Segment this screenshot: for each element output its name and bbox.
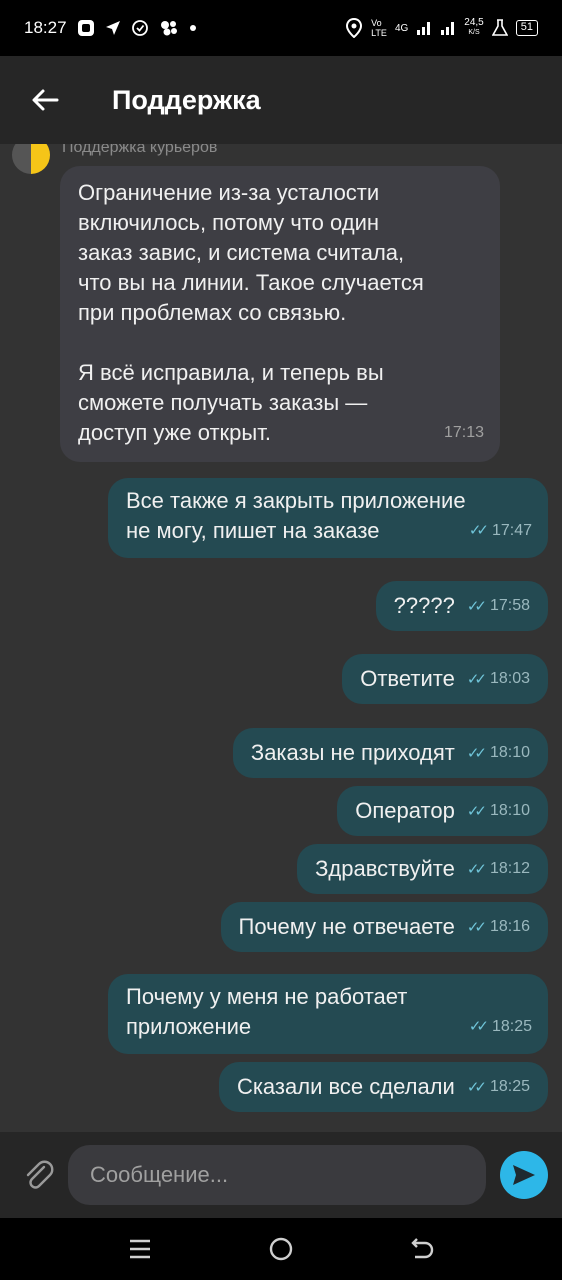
outgoing-message[interactable]: Сказали все сделали ✓✓ 18:25 (218, 1062, 548, 1112)
sender-avatar[interactable] (12, 144, 50, 174)
message-time: 18:25 (491, 1018, 532, 1035)
network-speed-unit: K/S (468, 29, 480, 36)
read-ticks-icon: ✓✓ (466, 745, 487, 762)
outgoing-message[interactable]: Здравствуйте ✓✓ 18:12 (297, 844, 548, 894)
incoming-message-line: доступ уже открыт. (78, 420, 271, 445)
message-input[interactable] (90, 1162, 464, 1188)
status-time: 18:27 (24, 18, 67, 37)
message-text: Сказали все сделали (236, 1074, 455, 1099)
more-notifications-dot-icon (189, 24, 197, 32)
outgoing-message[interactable]: Ответите ✓✓ 18:03 (342, 654, 548, 704)
volte-label: Vo (371, 18, 382, 28)
message-time: 18:12 (489, 860, 530, 877)
incoming-message-line: при проблемах со связью. (78, 300, 347, 325)
paperclip-icon (26, 1160, 54, 1189)
incoming-message-line: заказ завис, и система считала, (78, 240, 405, 265)
message-meta: ✓✓ 18:12 (467, 860, 530, 878)
message-composer (0, 1132, 562, 1218)
read-ticks-icon: ✓✓ (466, 598, 487, 615)
location-arrow-icon (105, 20, 121, 36)
message-text: Заказы не приходят (250, 740, 455, 765)
incoming-message[interactable]: Ограничение из-за усталости включилось, … (60, 166, 500, 462)
message-meta: ✓✓ 18:10 (467, 744, 530, 762)
message-time: 17:58 (489, 597, 530, 614)
network-speed-value: 24,5 (464, 17, 484, 28)
message-meta: ✓✓ 18:03 (467, 670, 530, 688)
incoming-message-line: включилось, потому что один (78, 210, 380, 235)
message-meta: ✓✓ 17:58 (467, 597, 530, 615)
read-ticks-icon: ✓✓ (468, 522, 489, 539)
message-text: Здравствуйте (315, 856, 455, 881)
recents-button[interactable] (110, 1224, 170, 1274)
read-ticks-icon: ✓✓ (466, 803, 487, 820)
location-pin-icon (345, 18, 363, 38)
message-time: 17:13 (443, 424, 484, 441)
send-button[interactable] (500, 1151, 548, 1199)
signal-strength-icon-2 (440, 20, 456, 36)
message-text: Оператор (355, 798, 455, 823)
message-text: Почему не отвечаете (238, 914, 455, 939)
message-time: 18:10 (489, 744, 530, 761)
system-navigation-bar (0, 1218, 562, 1280)
message-time: 17:47 (491, 522, 532, 539)
read-ticks-icon: ✓✓ (466, 861, 487, 878)
message-input-wrapper (68, 1145, 486, 1205)
message-meta: ✓✓ 18:10 (467, 802, 530, 820)
page-title: Поддержка (112, 84, 261, 115)
incoming-message-line: сможете получать заказы — (78, 390, 368, 415)
send-icon (513, 1165, 535, 1185)
message-meta: ✓✓ 18:16 (467, 918, 530, 936)
incoming-message-line: что вы на линии. Такое случается (78, 270, 424, 295)
message-text-line: Все также я закрыть приложение (126, 488, 466, 513)
incoming-message-line: Ограничение из-за усталости (78, 180, 380, 205)
message-meta: ✓✓ 18:25 (467, 1078, 530, 1096)
outgoing-message[interactable]: Почему у меня не работает приложение ✓✓ … (108, 974, 548, 1054)
read-ticks-icon: ✓✓ (466, 1079, 487, 1096)
message-text: ????? (393, 593, 455, 618)
sync-icon (131, 19, 149, 37)
signal-strength-icon-1 (416, 20, 432, 36)
home-button[interactable] (251, 1224, 311, 1274)
message-time: 18:25 (489, 1078, 530, 1095)
back-nav-button[interactable] (392, 1224, 452, 1274)
arrow-back-icon (32, 89, 59, 111)
incoming-message-line: Я всё исправила, и теперь вы (78, 360, 384, 385)
home-circle-icon (269, 1237, 293, 1261)
outgoing-message[interactable]: Заказы не приходят ✓✓ 18:10 (232, 728, 548, 778)
return-arrow-icon (410, 1238, 433, 1259)
message-text-line: Почему у меня не работает (126, 984, 408, 1009)
message-meta: ✓✓ 18:25 (469, 1012, 532, 1042)
read-ticks-icon: ✓✓ (468, 1018, 489, 1035)
message-meta: ✓✓ 17:47 (469, 516, 532, 546)
chat-message-list[interactable]: Поддержка курьеров Ограничение из-за уст… (0, 144, 562, 1132)
message-time: 18:10 (489, 802, 530, 819)
app-notification-icon (77, 19, 95, 37)
read-ticks-icon: ✓✓ (466, 919, 487, 936)
attach-button[interactable] (14, 1158, 62, 1192)
message-time: 18:16 (489, 918, 530, 935)
network-type-label: 4G (394, 22, 409, 34)
flask-icon (491, 19, 508, 37)
battery-indicator: 51 (515, 20, 538, 36)
message-time: 18:03 (489, 670, 530, 687)
outgoing-message[interactable]: Оператор ✓✓ 18:10 (337, 786, 548, 836)
app-bar: Поддержка (0, 56, 562, 144)
message-text: Ответите (360, 666, 455, 691)
outgoing-message[interactable]: Все также я закрыть приложение не могу, … (108, 478, 548, 558)
outgoing-message[interactable]: Почему не отвечаете ✓✓ 18:16 (220, 902, 548, 952)
read-ticks-icon: ✓✓ (466, 671, 487, 688)
status-bar: 18:27 Vo LTE 4G 24,5 K/S 51 (0, 0, 562, 56)
cluster-icon (159, 20, 179, 36)
lte-label: LTE (371, 28, 387, 38)
outgoing-message[interactable]: ????? ✓✓ 17:58 (375, 581, 548, 631)
sender-name: Поддержка курьеров (62, 144, 218, 156)
back-button[interactable] (0, 56, 90, 144)
menu-lines-icon (130, 1239, 151, 1259)
